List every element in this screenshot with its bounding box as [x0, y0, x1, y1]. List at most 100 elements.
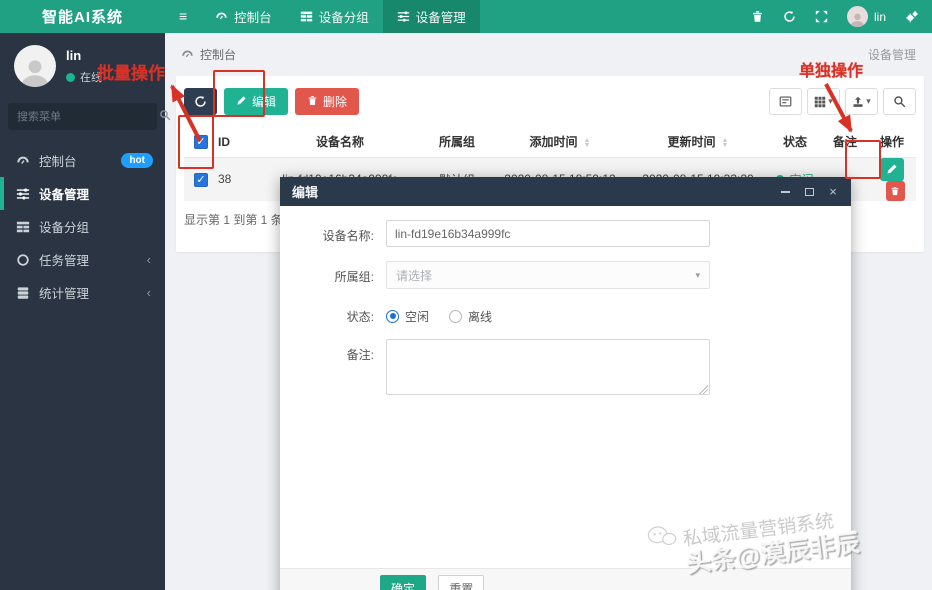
header-status[interactable]: 状态 — [768, 127, 822, 157]
profile-avatar[interactable] — [14, 45, 56, 87]
sidebar-profile: lin 在线 — [0, 33, 165, 95]
radio-offline[interactable]: 离线 — [449, 308, 492, 325]
pencil-icon — [236, 95, 247, 109]
profile-username: lin — [66, 48, 102, 63]
stats-book-icon — [16, 286, 30, 300]
header-id[interactable]: ID — [218, 127, 258, 157]
remark-textarea[interactable] — [386, 339, 710, 395]
breadcrumb-current-page: 设备管理 — [868, 46, 916, 63]
confirm-button[interactable]: 确定 — [380, 575, 426, 590]
chevron-left-icon: ‹ — [147, 285, 151, 300]
maximize-icon[interactable] — [803, 186, 815, 198]
user-avatar — [847, 6, 868, 27]
caret-down-icon: ▾ — [695, 270, 700, 281]
sidebar-search[interactable] — [8, 103, 157, 130]
refresh-icon[interactable] — [783, 10, 796, 23]
search-toggle-button[interactable] — [883, 88, 916, 115]
modal-title: 编辑 — [292, 182, 318, 201]
dashboard-icon — [16, 154, 30, 168]
columns-button[interactable]: ▾ — [807, 88, 840, 115]
row-checkbox[interactable]: ✓ — [194, 173, 208, 187]
sidebar: lin 在线 控制台 hot 设备管理 设备分组 任务管理 ‹ 统计管理 ‹ — [0, 33, 165, 590]
header-device-name[interactable]: 设备名称 — [258, 127, 422, 157]
user-menu[interactable]: lin — [847, 6, 886, 27]
chevron-left-icon: ‹ — [147, 252, 151, 267]
card-view-button[interactable] — [769, 88, 802, 115]
header-operations[interactable]: 操作 — [868, 127, 916, 157]
grid-icon — [300, 10, 314, 24]
sidebar-search-input[interactable] — [17, 111, 159, 123]
row-edit-button[interactable] — [880, 158, 904, 181]
clear-cache-trash-icon[interactable] — [751, 10, 764, 23]
sidebar-item-device-groups[interactable]: 设备分组 — [0, 210, 165, 243]
sort-icon[interactable]: ▲▼ — [584, 138, 591, 148]
group-select[interactable]: 请选择 ▾ — [386, 261, 710, 289]
delete-button[interactable]: 删除 — [295, 88, 359, 115]
minimize-icon[interactable] — [779, 186, 791, 198]
circle-icon — [16, 253, 30, 267]
dashboard-icon — [181, 48, 194, 61]
online-status[interactable]: 在线 — [66, 69, 102, 85]
nav-tab-label: 设备分组 — [319, 7, 369, 26]
status-radio-group: 空闲 离线 — [386, 303, 492, 325]
modal-window-controls: × — [779, 186, 839, 198]
toolbar-right-group: ▾ ▾ — [769, 88, 916, 115]
sidebar-item-label: 控制台 — [39, 151, 77, 170]
breadcrumb: 控制台 设备管理 — [165, 33, 932, 75]
navbar-right-tools: lin — [751, 6, 932, 27]
reset-button[interactable]: 重置 — [438, 575, 484, 590]
breadcrumb-item[interactable]: 控制台 — [200, 46, 236, 63]
sliders-icon — [16, 187, 30, 201]
sidebar-item-statistics[interactable]: 统计管理 ‹ — [0, 276, 165, 309]
sidebar-item-label: 统计管理 — [39, 283, 89, 302]
group-select-placeholder: 请选择 — [396, 267, 432, 284]
app-logo: 智能AI系统 — [0, 6, 165, 27]
device-name-input[interactable] — [386, 220, 710, 247]
hamburger-menu-icon[interactable]: ≡ — [165, 0, 201, 33]
sliders-icon — [397, 10, 411, 24]
sidebar-item-label: 设备管理 — [39, 184, 89, 203]
status-label: 状态: — [290, 303, 374, 325]
table-header-row: ✓ ID 设备名称 所属组 添加时间▲▼ 更新时间▲▼ 状态 备注 操作 — [184, 127, 916, 157]
nav-tab-label: 设备管理 — [416, 7, 466, 26]
close-icon[interactable]: × — [827, 186, 839, 198]
sidebar-item-device-management[interactable]: 设备管理 — [0, 177, 165, 210]
delete-button-label: 删除 — [323, 93, 347, 110]
settings-cog-icon[interactable] — [905, 10, 918, 23]
device-name-label: 设备名称: — [290, 220, 374, 247]
edit-modal: 编辑 × 设备名称: 所属组: 请选择 ▾ 状态: 空闲 离线 备注: — [280, 177, 851, 590]
sort-icon[interactable]: ▲▼ — [722, 138, 729, 148]
username-label: lin — [874, 10, 886, 24]
export-button[interactable]: ▾ — [845, 88, 878, 115]
modal-header[interactable]: 编辑 × — [280, 177, 851, 206]
modal-body: 设备名称: 所属组: 请选择 ▾ 状态: 空闲 离线 备注: — [280, 206, 851, 398]
caret-down-icon: ▾ — [828, 96, 833, 107]
sidebar-item-label: 设备分组 — [39, 217, 89, 236]
sidebar-item-task-management[interactable]: 任务管理 ‹ — [0, 243, 165, 276]
modal-footer: 确定 重置 — [280, 568, 851, 590]
radio-unchecked-icon — [449, 310, 462, 323]
radio-idle[interactable]: 空闲 — [386, 308, 429, 325]
group-label: 所属组: — [290, 261, 374, 289]
resize-grip-icon[interactable] — [699, 385, 708, 394]
select-all-checkbox[interactable]: ✓ — [194, 135, 208, 149]
radio-checked-icon — [386, 310, 399, 323]
sidebar-item-console[interactable]: 控制台 hot — [0, 144, 165, 177]
header-updated-time[interactable]: 更新时间▲▼ — [628, 127, 768, 157]
search-icon — [159, 109, 171, 124]
fullscreen-icon[interactable] — [815, 10, 828, 23]
refresh-button[interactable] — [184, 88, 217, 115]
nav-tab-device-management[interactable]: 设备管理 — [383, 0, 480, 33]
table-toolbar: 编辑 删除 ▾ ▾ — [176, 76, 924, 125]
nav-tab-device-groups[interactable]: 设备分组 — [286, 0, 383, 33]
grid-icon — [16, 220, 30, 234]
row-delete-button[interactable] — [886, 181, 905, 201]
nav-tab-console[interactable]: 控制台 — [201, 0, 286, 33]
online-dot-icon — [66, 73, 75, 82]
top-navbar: 智能AI系统 ≡ 控制台 设备分组 设备管理 lin — [0, 0, 932, 33]
header-added-time[interactable]: 添加时间▲▼ — [492, 127, 628, 157]
dashboard-icon — [215, 10, 229, 24]
edit-button[interactable]: 编辑 — [224, 88, 288, 115]
header-group[interactable]: 所属组 — [422, 127, 492, 157]
header-remark[interactable]: 备注 — [822, 127, 868, 157]
